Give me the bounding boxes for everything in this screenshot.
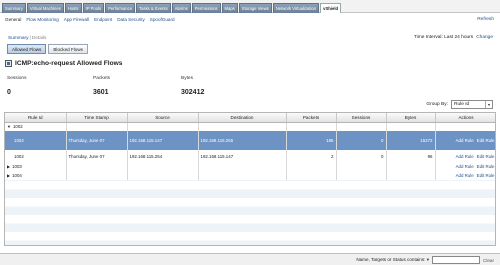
status-bar: Name, Targets or Status contains: ▾ Clea… [0, 253, 500, 265]
page-title-text: ICMP:echo-request Allowed Flows [15, 60, 123, 67]
summary-link[interactable]: Summary [8, 36, 29, 41]
rule-id: 1002 [5, 131, 67, 150]
vshield-subnav: General Flow Monitoring App Firewall End… [0, 14, 500, 26]
expanded-arrow-icon[interactable]: ▼ [7, 124, 11, 129]
col-actions[interactable]: Actions [435, 113, 495, 123]
add-rule-link[interactable]: Add Rule [456, 173, 474, 178]
bytes-cell: 15372 [386, 131, 436, 150]
edit-rule-link[interactable]: Edit Rule [477, 138, 495, 143]
subnav-endpoint[interactable]: Endpoint [94, 17, 112, 22]
table-row[interactable]: 1002 Thursday, June 07 192.168.115.147 1… [5, 131, 495, 150]
subnav-app-firewall[interactable]: App Firewall [64, 17, 89, 22]
tab-alarms[interactable]: Alarms [171, 3, 191, 13]
col-source[interactable]: Source [127, 113, 199, 123]
tab-vshield[interactable]: vShield [320, 3, 342, 13]
tab-performance[interactable]: Performance [105, 3, 136, 13]
tab-virtual-machines[interactable]: Virtual Machines [26, 3, 64, 13]
time-interval: Time Interval: Last 24 hours Change [414, 35, 493, 40]
group-by-label: Group By: [426, 102, 448, 107]
tab-tasks-events[interactable]: Tasks & Events [136, 3, 171, 13]
time-stamp: Thursday, June 07 [66, 131, 128, 150]
details-link[interactable]: Details [32, 36, 47, 41]
destination-ip: 192.168.115.147 [198, 150, 287, 162]
task-filter: Name, Targets or Status contains: ▾ Clea… [356, 256, 494, 264]
time-interval-label: Time Interval: Last 24 hours [413, 35, 474, 40]
separator: | [29, 36, 31, 41]
add-rule-link[interactable]: Add Rule [456, 164, 474, 169]
group-by-value: Rule Id [454, 102, 470, 107]
col-rule-id[interactable]: Rule Id [5, 113, 67, 123]
allowed-flows-button[interactable]: Allowed Flows [7, 44, 47, 54]
flow-toggle: Allowed Flows Blocked Flows [7, 44, 90, 54]
subnav-flow-monitoring[interactable]: Flow Monitoring [26, 17, 58, 22]
filter-input[interactable] [432, 256, 481, 264]
add-rule-link[interactable]: Add Rule [456, 138, 474, 143]
source-ip: 192.168.115.254 [127, 150, 199, 162]
tab-maps[interactable]: Maps [221, 3, 238, 13]
time-stamp: Thursday, June 07 [66, 150, 128, 162]
refresh-link[interactable]: Refresh [477, 17, 494, 22]
subnav-data-security[interactable]: Data Security [117, 17, 145, 22]
tab-permissions[interactable]: Permissions [191, 3, 221, 13]
sessions-label: Sessions [7, 76, 27, 81]
rule-id: 1002 [5, 150, 67, 162]
tab-storage-views[interactable]: Storage Views [238, 3, 272, 13]
bytes-cell: 96 [386, 150, 436, 162]
subnav-general[interactable]: General [5, 17, 21, 22]
table-header: Rule Id Time Stamp Source Destination Pa… [5, 113, 495, 123]
col-time-stamp[interactable]: Time Stamp [66, 113, 128, 123]
bytes-label: Bytes [181, 76, 193, 81]
rule-id: 1003 [12, 164, 22, 169]
change-link[interactable]: Change [476, 35, 493, 40]
packets-value: 3601 [93, 89, 109, 96]
col-packets[interactable]: Packets [286, 113, 337, 123]
sessions-cell: 0 [336, 150, 387, 162]
rule-id: 1004 [12, 173, 22, 178]
edit-rule-link[interactable]: Edit Rule [477, 164, 495, 169]
table-row[interactable]: 1002 Thursday, June 07 192.168.115.254 1… [5, 150, 495, 162]
packets-cell: 2 [286, 150, 337, 162]
table-row[interactable]: ▼ 1002 [5, 122, 495, 131]
table-row[interactable]: ▶ 1003 Add Rule Edit Rule [5, 162, 495, 171]
destination-ip: 192.168.115.255 [198, 131, 287, 150]
group-by: Group By: Rule Id ▾ [426, 100, 493, 109]
bytes-value: 302412 [181, 89, 205, 96]
collapsed-arrow-icon[interactable]: ▶ [7, 173, 10, 178]
edit-rule-link[interactable]: Edit Rule [477, 154, 495, 159]
sessions-value: 0 [7, 89, 11, 96]
view-switch: Summary|Details [8, 36, 46, 41]
group-by-select[interactable]: Rule Id ▾ [451, 100, 493, 109]
table-row[interactable]: ▶ 1004 Add Rule Edit Rule [5, 171, 495, 180]
clear-button[interactable]: Clear [483, 258, 494, 263]
add-rule-link[interactable]: Add Rule [456, 154, 474, 159]
flows-table: Rule Id Time Stamp Source Destination Pa… [4, 112, 496, 246]
subnav-spoofguard[interactable]: SpoofGuard [150, 17, 175, 22]
tab-ip-pools[interactable]: IP Pools [82, 3, 105, 13]
source-ip: 192.168.115.147 [127, 131, 199, 150]
chevron-down-icon: ▾ [485, 101, 492, 108]
sessions-cell: 0 [336, 131, 387, 150]
packets-label: Packets [93, 76, 111, 81]
edit-rule-link[interactable]: Edit Rule [477, 173, 495, 178]
rule-id: 1002 [12, 124, 23, 130]
flow-icon [5, 60, 12, 67]
col-sessions[interactable]: Sessions [336, 113, 387, 123]
tab-hosts[interactable]: Hosts [64, 3, 82, 13]
col-bytes[interactable]: Bytes [386, 113, 436, 123]
packets-cell: 185 [286, 131, 337, 150]
page-title: ICMP:echo-request Allowed Flows [5, 60, 122, 67]
main-tab-bar: Summary Virtual Machines Hosts IP Pools … [0, 0, 500, 13]
tab-network-virtualization[interactable]: Network Virtualization [272, 3, 320, 13]
tab-summary[interactable]: Summary [2, 3, 26, 13]
tabs: Summary Virtual Machines Hosts IP Pools … [2, 3, 342, 13]
col-destination[interactable]: Destination [198, 113, 287, 123]
collapsed-arrow-icon[interactable]: ▶ [7, 164, 10, 169]
filter-label[interactable]: Name, Targets or Status contains: ▾ [356, 257, 429, 263]
blocked-flows-button[interactable]: Blocked Flows [48, 44, 88, 54]
